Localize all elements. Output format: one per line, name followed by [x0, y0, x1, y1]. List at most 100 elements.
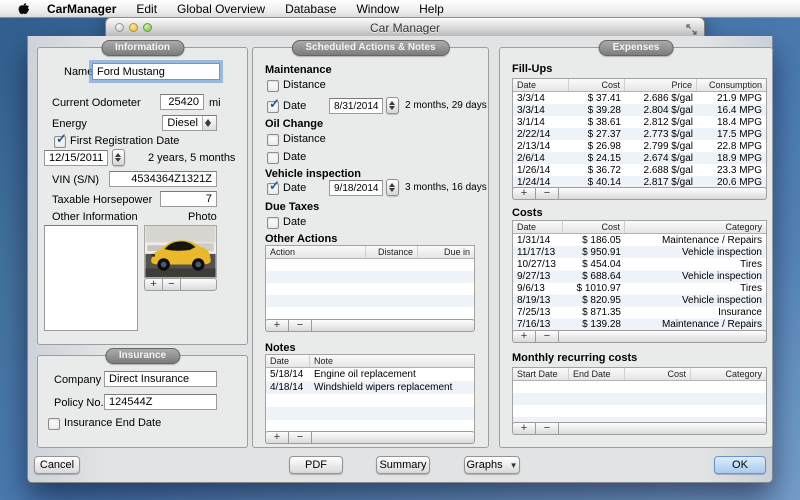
column-header-cost[interactable]: Cost [569, 79, 625, 91]
vehicle-inspection-date-checkbox[interactable]: ✓ [267, 183, 279, 195]
maintenance-distance-label: Distance [283, 79, 326, 91]
column-header-start-date[interactable]: Start Date [513, 368, 569, 380]
table-row[interactable]: 5/18/14Engine oil replacement [266, 368, 474, 381]
remove-row-button[interactable]: − [535, 187, 558, 200]
table-cell: 2.686 $/gal [625, 93, 697, 104]
summary-button[interactable]: Summary [376, 456, 430, 474]
maintenance-date-stepper[interactable] [386, 97, 399, 114]
table-body [513, 381, 766, 423]
table-row[interactable]: 9/27/13$ 688.64Vehicle inspection [513, 270, 766, 282]
column-header-date[interactable]: Date [266, 355, 310, 367]
add-photo-button[interactable]: + [144, 278, 162, 291]
maintenance-date-input[interactable]: 8/31/2014 [329, 98, 383, 114]
add-row-button[interactable]: + [512, 422, 535, 435]
due-taxes-date-checkbox[interactable] [267, 217, 279, 229]
table-row[interactable]: 7/25/13$ 871.35Insurance [513, 307, 766, 319]
stepper-down-icon[interactable] [115, 158, 121, 162]
other-information-textarea[interactable] [44, 225, 138, 331]
column-header-end-date[interactable]: End Date [569, 368, 625, 380]
first-registration-date-input[interactable]: 12/15/2011 [44, 150, 108, 166]
fill-ups-title: Fill-Ups [512, 63, 552, 75]
column-header-price[interactable]: Price [625, 79, 697, 91]
stepper-down-icon[interactable] [205, 123, 211, 127]
column-header-category[interactable]: Category [625, 221, 766, 233]
table-cell: 2.799 $/gal [625, 141, 697, 152]
insurance-end-date-checkbox[interactable] [48, 418, 60, 430]
table-cell: 1/26/14 [513, 165, 569, 176]
cancel-button[interactable]: Cancel [34, 456, 80, 474]
column-header-note[interactable]: Note [310, 355, 474, 367]
ok-button[interactable]: OK [714, 456, 766, 474]
table-row[interactable]: 11/17/13$ 950.91Vehicle inspection [513, 246, 766, 258]
table-row[interactable]: 1/26/14$ 36.722.688 $/gal23.3 MPG [513, 164, 766, 176]
table-row[interactable]: 2/13/14$ 26.982.799 $/gal22.8 MPG [513, 140, 766, 152]
column-header-date[interactable]: Date [513, 221, 563, 233]
table-row[interactable]: 8/19/13$ 820.95Vehicle inspection [513, 294, 766, 306]
menu-item-global-overview[interactable]: Global Overview [167, 2, 275, 16]
remove-photo-button[interactable]: − [162, 278, 180, 291]
energy-stepper[interactable] [202, 116, 216, 130]
maintenance-due-text: 2 months, 29 days [405, 100, 487, 111]
vehicle-inspection-date-input[interactable]: 9/18/2014 [329, 180, 383, 196]
column-header-cost[interactable]: Cost [563, 221, 625, 233]
energy-popup[interactable]: Diesel [162, 115, 217, 131]
column-header-cost[interactable]: Cost [625, 368, 691, 380]
menu-item-app[interactable]: CarManager [37, 2, 126, 16]
stepper-up-icon[interactable] [389, 183, 395, 187]
maintenance-date-checkbox[interactable]: ✓ [267, 101, 279, 113]
table-cell: 21.9 MPG [697, 93, 766, 104]
table-cell: 2/22/14 [513, 129, 569, 140]
table-row[interactable]: 1/31/14$ 186.05Maintenance / Repairs [513, 234, 766, 246]
column-header-consumption[interactable]: Consumption [697, 79, 766, 91]
add-row-button[interactable]: + [265, 431, 288, 444]
table-row[interactable]: 3/3/14$ 37.412.686 $/gal21.9 MPG [513, 92, 766, 104]
oil-change-distance-checkbox[interactable] [267, 134, 279, 146]
insurance-end-date-label: Insurance End Date [64, 417, 161, 429]
odometer-unit-label: mi [209, 97, 221, 109]
remove-row-button[interactable]: − [288, 431, 311, 444]
vehicle-inspection-date-stepper[interactable] [386, 179, 399, 196]
table-row[interactable]: 9/6/13$ 1010.97Tires [513, 282, 766, 294]
menu-item-window[interactable]: Window [346, 2, 409, 16]
remove-row-button[interactable]: − [288, 319, 311, 332]
horsepower-input[interactable]: 7 [160, 191, 217, 207]
apple-menu-icon[interactable] [10, 2, 37, 15]
first-registration-checkbox[interactable]: ✓ [54, 136, 66, 148]
column-header-date[interactable]: Date [513, 79, 569, 91]
table-row[interactable]: 3/1/14$ 38.612.812 $/gal18.4 MPG [513, 116, 766, 128]
fullscreen-icon[interactable] [686, 22, 697, 33]
stepper-down-icon[interactable] [389, 188, 395, 192]
add-row-button[interactable]: + [512, 187, 535, 200]
maintenance-distance-checkbox[interactable] [267, 80, 279, 92]
vin-input[interactable]: 4534364Z1321Z [109, 171, 217, 187]
add-row-button[interactable]: + [512, 330, 535, 343]
menu-item-help[interactable]: Help [409, 2, 454, 16]
column-header-action[interactable]: Action [266, 246, 366, 258]
stepper-down-icon[interactable] [389, 106, 395, 110]
remove-row-button[interactable]: − [535, 330, 558, 343]
menu-item-edit[interactable]: Edit [126, 2, 167, 16]
table-row[interactable]: 7/16/13$ 139.28Maintenance / Repairs [513, 319, 766, 331]
policy-input[interactable]: 124544Z [104, 394, 217, 410]
table-row[interactable]: 2/6/14$ 24.152.674 $/gal18.9 MPG [513, 152, 766, 164]
graphs-button[interactable]: Graphs ▼ [464, 456, 520, 474]
company-input[interactable]: Direct Insurance [104, 371, 217, 387]
column-header-category[interactable]: Category [691, 368, 766, 380]
column-header-distance[interactable]: Distance [366, 246, 418, 258]
name-input[interactable]: Ford Mustang [92, 63, 220, 80]
stepper-up-icon[interactable] [389, 101, 395, 105]
table-row[interactable]: 2/22/14$ 27.372.773 $/gal17.5 MPG [513, 128, 766, 140]
table-row[interactable]: 10/27/13$ 454.04Tires [513, 258, 766, 270]
first-registration-date-stepper[interactable] [112, 149, 125, 166]
stepper-up-icon[interactable] [115, 153, 121, 157]
table-row[interactable]: 3/3/14$ 39.282.804 $/gal16.4 MPG [513, 104, 766, 116]
window-titlebar[interactable]: Car Manager [105, 17, 705, 37]
menu-item-database[interactable]: Database [275, 2, 346, 16]
add-row-button[interactable]: + [265, 319, 288, 332]
table-row[interactable]: 4/18/14Windshield wipers replacement [266, 381, 474, 394]
odometer-input[interactable]: 25420 [160, 94, 204, 110]
remove-row-button[interactable]: − [535, 422, 558, 435]
oil-change-date-checkbox[interactable] [267, 152, 279, 164]
pdf-button[interactable]: PDF [289, 456, 343, 474]
column-header-due-in[interactable]: Due in [418, 246, 474, 258]
